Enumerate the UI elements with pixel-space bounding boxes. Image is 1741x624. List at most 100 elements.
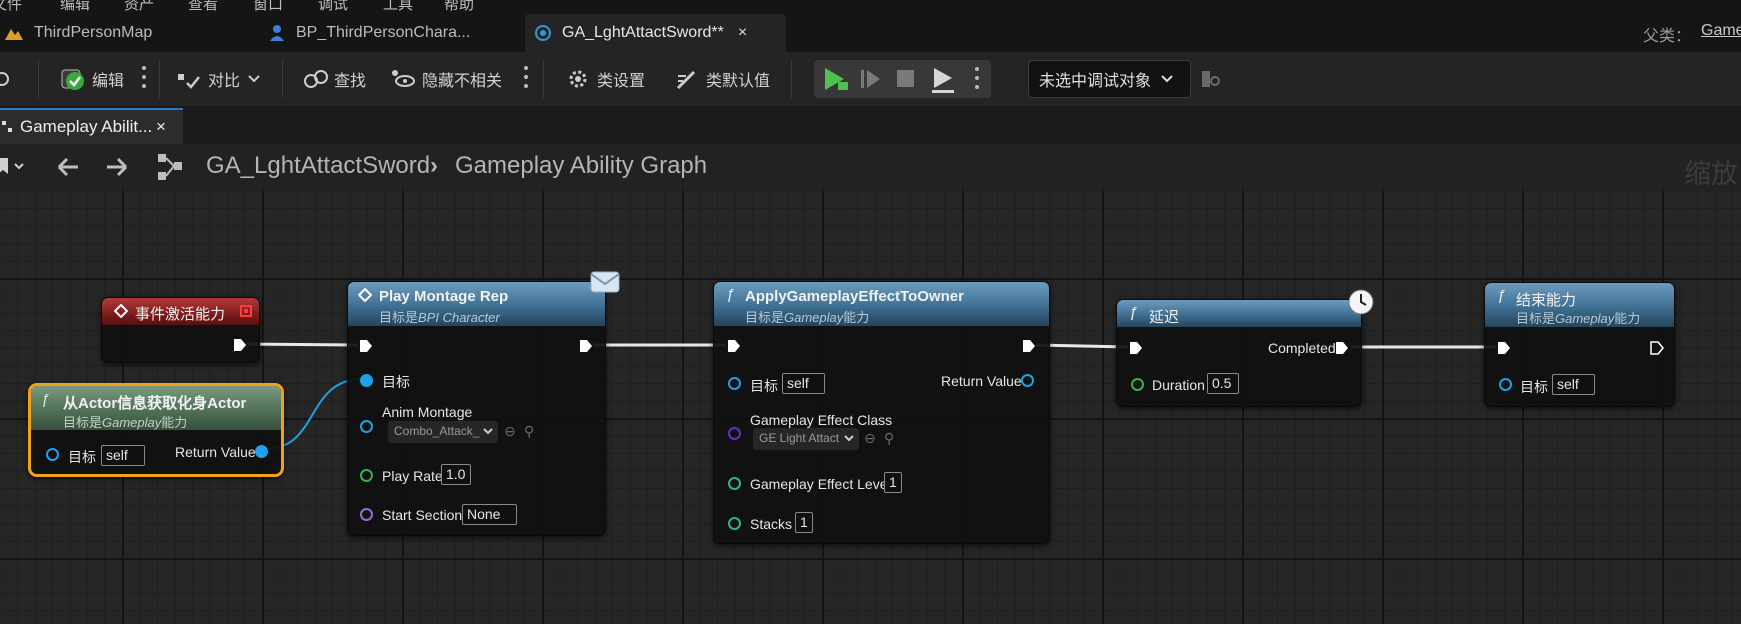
menu-item[interactable]: 帮助	[444, 0, 474, 12]
menu-item[interactable]: 调试	[318, 0, 348, 12]
completed-exec-out-pin[interactable]	[1335, 341, 1349, 355]
target-pin[interactable]	[360, 374, 373, 387]
tab-ga-lghtattactsword[interactable]: GA_LghtAttactSword** ×	[525, 14, 786, 52]
save-icon[interactable]	[0, 71, 10, 87]
close-tab-button[interactable]: ×	[738, 24, 747, 42]
target-value[interactable]: self	[101, 445, 145, 466]
play-rate-label: Play Rate	[382, 468, 443, 484]
class-settings-label: 类设置	[597, 73, 646, 90]
exec-out-pin[interactable]	[1650, 341, 1664, 355]
tab-label: ThirdPersonMap	[34, 24, 153, 41]
start-section-value[interactable]: None	[462, 504, 517, 525]
node-subtitle: 目标是Gameplay能力	[63, 415, 188, 430]
tab-thirdpersonmap[interactable]: ThirdPersonMap	[4, 14, 152, 52]
target-label: 目标	[750, 378, 778, 394]
tab-gameplay-ability-graph[interactable]: Gameplay Abilit... ×	[0, 108, 183, 144]
class-defaults-button[interactable]: 类默认值	[674, 64, 770, 94]
play-icon[interactable]	[820, 65, 850, 93]
play-options-icon[interactable]	[975, 67, 979, 89]
hide-unrelated-button[interactable]: 隐藏不相关	[390, 64, 502, 94]
end-ability-node[interactable]: ƒ 结束能力 目标是Gameplay能力 目标 self	[1484, 282, 1675, 407]
exec-out-pin[interactable]	[233, 338, 247, 352]
target-value[interactable]: self	[782, 373, 825, 394]
apply-gameplay-effect-node[interactable]: ƒ ApplyGameplayEffectToOwner 目标是Gameplay…	[713, 281, 1050, 544]
play-rate-value[interactable]: 1.0	[441, 464, 471, 485]
exec-in-pin[interactable]	[1129, 341, 1143, 355]
parent-class-link[interactable]: Game	[1701, 22, 1741, 40]
menu-item[interactable]: 资产	[124, 0, 154, 12]
blueprint-toolbar: 编辑 对比 查找 隐藏不相关 类设置 类默认值 未选中调试对象	[0, 52, 1741, 106]
exec-out-pin[interactable]	[1022, 339, 1036, 353]
event-activate-ability-node[interactable]: 事件激活能力	[101, 297, 260, 363]
menu-item[interactable]: 编辑	[60, 0, 90, 12]
close-graph-tab-button[interactable]: ×	[156, 117, 166, 137]
menu-item[interactable]: 窗口	[253, 0, 283, 12]
node-subtitle: 目标是Gameplay能力	[745, 310, 870, 325]
step-icon[interactable]	[858, 66, 884, 92]
more-options-icon[interactable]	[524, 66, 528, 88]
node-title: 结束能力	[1516, 292, 1577, 309]
exec-out-pin[interactable]	[579, 339, 593, 353]
use-selected-asset-icon[interactable]: ⊖	[504, 423, 516, 440]
effect-level-label: Gameplay Effect Level	[750, 476, 891, 492]
node-title: 延迟	[1149, 309, 1180, 326]
tab-label: GA_LghtAttactSword**	[562, 24, 724, 41]
breadcrumb-graph[interactable]: Gameplay Ability Graph	[455, 152, 707, 180]
effect-level-value[interactable]: 1	[884, 472, 902, 493]
target-value[interactable]: self	[1552, 374, 1595, 395]
stop-icon[interactable]	[894, 67, 918, 91]
character-blueprint-icon	[270, 25, 284, 41]
compile-button[interactable]: 编辑	[60, 64, 124, 94]
target-pin[interactable]	[46, 448, 59, 461]
find-label: 查找	[334, 73, 367, 90]
stacks-pin[interactable]	[728, 517, 741, 530]
exec-in-pin[interactable]	[727, 339, 741, 353]
toolbar-separator	[282, 60, 283, 98]
node-subtitle: 目标是BPI Character	[379, 310, 500, 325]
tab-bp-thirdpersoncharacter[interactable]: BP_ThirdPersonChara...	[268, 14, 470, 52]
debug-object-select[interactable]: 未选中调试对象	[1028, 60, 1191, 98]
exec-in-pin[interactable]	[359, 339, 373, 353]
effect-class-select[interactable]: GE Light Attact	[753, 428, 859, 450]
duration-value[interactable]: 0.5	[1207, 373, 1239, 394]
use-selected-asset-icon[interactable]: ⊖	[864, 430, 876, 447]
target-pin[interactable]	[728, 377, 741, 390]
return-value-label: Return Value	[941, 373, 1022, 389]
delegate-pin[interactable]	[240, 305, 252, 317]
diff-dropdown[interactable]: 对比	[176, 64, 268, 94]
menu-item[interactable]: 工具	[383, 0, 413, 12]
effect-class-pin[interactable]	[728, 427, 741, 440]
exec-in-pin[interactable]	[1497, 341, 1511, 355]
bookmark-icon[interactable]	[0, 158, 28, 176]
eject-icon[interactable]	[928, 64, 958, 94]
menu-item[interactable]: 文件	[0, 0, 22, 12]
stacks-value[interactable]: 1	[795, 512, 813, 533]
delay-node[interactable]: ƒ 延迟 Completed Duration 0.5	[1116, 289, 1374, 407]
debug-filter-icon[interactable]	[1200, 69, 1222, 89]
get-avatar-actor-node[interactable]: ƒ 从Actor信息获取化身Actor 目标是Gameplay能力 目标 sel…	[28, 383, 284, 477]
class-settings-button[interactable]: 类设置	[565, 64, 645, 94]
diff-label: 对比	[208, 73, 241, 90]
anim-montage-select[interactable]: Combo_Attack_	[388, 421, 498, 443]
return-value-pin[interactable]	[1021, 374, 1034, 387]
target-pin[interactable]	[1499, 378, 1512, 391]
effect-level-pin[interactable]	[728, 477, 741, 490]
breadcrumb-asset[interactable]: GA_LghtAttactSword	[206, 152, 430, 180]
play-controls	[814, 60, 991, 98]
play-montage-rep-node[interactable]: Play Montage Rep 目标是BPI Character 目标 Ani…	[347, 271, 620, 536]
find-button[interactable]: 查找	[302, 64, 366, 94]
forward-arrow-icon[interactable]	[103, 156, 129, 178]
browse-asset-icon[interactable]: ⚲	[884, 430, 894, 447]
anim-montage-pin[interactable]	[360, 420, 373, 433]
duration-pin[interactable]	[1131, 378, 1144, 391]
back-arrow-icon[interactable]	[56, 156, 82, 178]
graph-hierarchy-icon[interactable]	[156, 152, 186, 182]
play-rate-pin[interactable]	[360, 469, 373, 482]
menu-item[interactable]: 查看	[188, 0, 218, 12]
compile-options-icon[interactable]	[142, 66, 146, 88]
anim-montage-label: Anim Montage	[382, 404, 473, 420]
browse-asset-icon[interactable]: ⚲	[524, 423, 534, 440]
interface-message-icon	[358, 288, 372, 302]
start-section-pin[interactable]	[360, 508, 373, 521]
return-value-pin[interactable]	[255, 445, 268, 458]
